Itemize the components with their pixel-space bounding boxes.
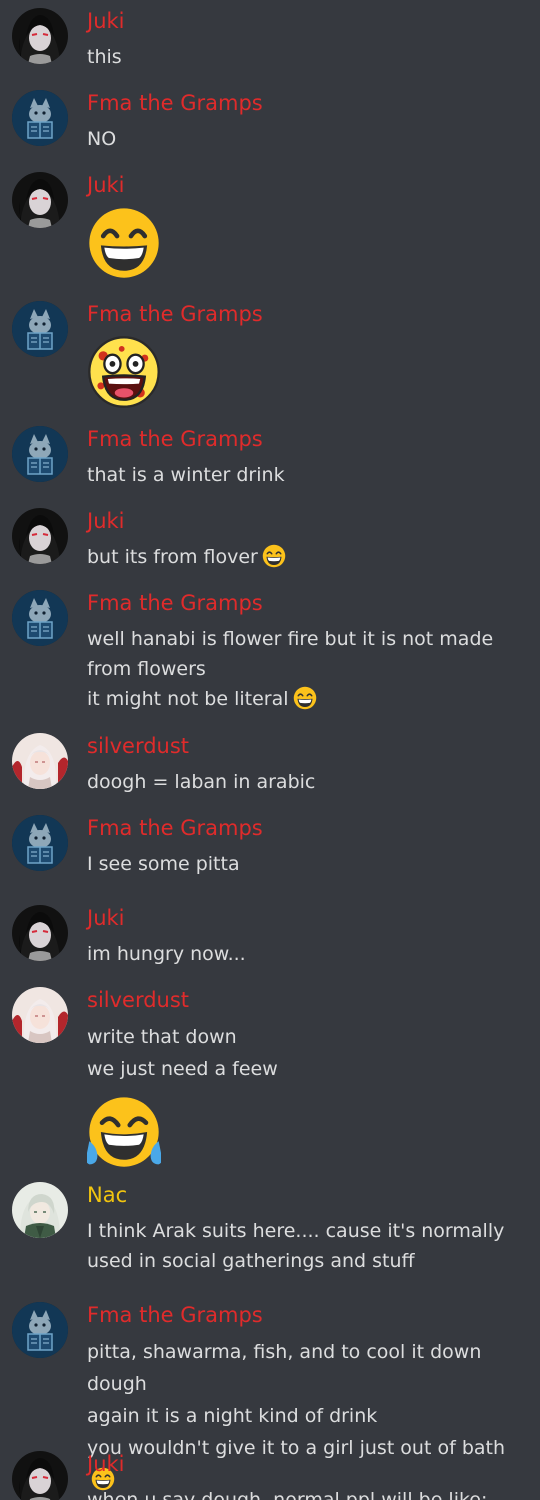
silverdust-avatar[interactable] bbox=[12, 733, 68, 789]
message-body bbox=[87, 331, 527, 409]
awesome-face-emoji bbox=[87, 335, 161, 409]
message-line: im hungry now... bbox=[87, 943, 246, 965]
message-line: I see some pitta bbox=[87, 853, 240, 875]
author-name[interactable]: Nac bbox=[87, 1182, 127, 1208]
message-line: NO bbox=[87, 128, 117, 150]
author-name[interactable]: Juki bbox=[87, 508, 125, 534]
tears-of-joy-emoji bbox=[87, 1095, 161, 1169]
message-text: but its from flover bbox=[87, 546, 258, 568]
message-body: doogh = laban in arabic bbox=[87, 767, 527, 798]
message-line: that is a winter drink bbox=[87, 464, 285, 486]
fma-avatar[interactable] bbox=[12, 90, 68, 146]
message-body: pitta, shawarma, fish, and to cool it do… bbox=[87, 1336, 527, 1496]
author-name[interactable]: Fma the Gramps bbox=[87, 590, 263, 616]
fma-avatar[interactable] bbox=[12, 1302, 68, 1358]
message-body: that is a winter drink bbox=[87, 460, 527, 491]
message-line: when u say dough, normal ppl will be lik… bbox=[87, 1489, 488, 1500]
message-text: you wouldn't give it to a girl just out … bbox=[87, 1437, 506, 1459]
author-name[interactable]: Juki bbox=[87, 905, 125, 931]
author-name[interactable]: Juki bbox=[87, 1451, 125, 1477]
message-body: im hungry now... bbox=[87, 939, 527, 970]
author-name[interactable]: Fma the Gramps bbox=[87, 426, 263, 452]
message-body: NO bbox=[87, 124, 527, 155]
grinning-smiling-eyes-emoji bbox=[262, 544, 286, 568]
author-name[interactable]: Juki bbox=[87, 8, 125, 34]
author-name[interactable]: Fma the Gramps bbox=[87, 90, 263, 116]
fma-avatar[interactable] bbox=[12, 426, 68, 482]
author-name[interactable]: Juki bbox=[87, 172, 125, 198]
chat-message-list[interactable]: Juki this Fma the Gramps NO Juki Fma the… bbox=[0, 0, 540, 1500]
fma-avatar[interactable] bbox=[12, 301, 68, 357]
message-line: we just need a feew bbox=[87, 1058, 278, 1080]
author-name[interactable]: Fma the Gramps bbox=[87, 815, 263, 841]
message-body: when u say dough, normal ppl will be lik… bbox=[87, 1485, 527, 1500]
juki-avatar[interactable] bbox=[12, 508, 68, 564]
message-body: I think Arak suits here.... cause it's n… bbox=[87, 1216, 527, 1276]
message-line: but its from flover bbox=[87, 542, 527, 573]
message-body: well hanabi is flower fire but it is not… bbox=[87, 624, 527, 714]
juki-avatar[interactable] bbox=[12, 8, 68, 64]
message-line: I think Arak suits here.... cause it's n… bbox=[87, 1220, 505, 1272]
message-line: pitta, shawarma, fish, and to cool it do… bbox=[87, 1341, 482, 1395]
message-line: it might not be literal bbox=[87, 684, 527, 714]
author-name[interactable]: silverdust bbox=[87, 987, 189, 1013]
message-body: I see some pitta bbox=[87, 849, 527, 880]
juki-avatar[interactable] bbox=[12, 905, 68, 961]
grinning-smiling-eyes-emoji bbox=[293, 686, 317, 710]
author-name[interactable]: silverdust bbox=[87, 733, 189, 759]
message-body: this bbox=[87, 42, 527, 73]
message-body: write that down we just need a feew bbox=[87, 1021, 527, 1169]
message-line: again it is a night kind of drink bbox=[87, 1405, 378, 1427]
nac-avatar[interactable] bbox=[12, 1182, 68, 1238]
message-body: but its from flover bbox=[87, 542, 527, 573]
message-text: it might not be literal bbox=[87, 688, 289, 710]
fma-avatar[interactable] bbox=[12, 815, 68, 871]
fma-avatar[interactable] bbox=[12, 590, 68, 646]
juki-avatar[interactable] bbox=[12, 172, 68, 228]
juki-avatar[interactable] bbox=[12, 1451, 68, 1500]
author-name[interactable]: Fma the Gramps bbox=[87, 1302, 263, 1328]
silverdust-avatar[interactable] bbox=[12, 987, 68, 1043]
message-line: this bbox=[87, 46, 122, 68]
message-body bbox=[87, 202, 527, 280]
grinning-smiling-eyes-emoji bbox=[87, 206, 161, 280]
author-name[interactable]: Fma the Gramps bbox=[87, 301, 263, 327]
message-line: write that down bbox=[87, 1026, 237, 1048]
message-line: well hanabi is flower fire but it is not… bbox=[87, 628, 494, 680]
message-line: doogh = laban in arabic bbox=[87, 771, 316, 793]
